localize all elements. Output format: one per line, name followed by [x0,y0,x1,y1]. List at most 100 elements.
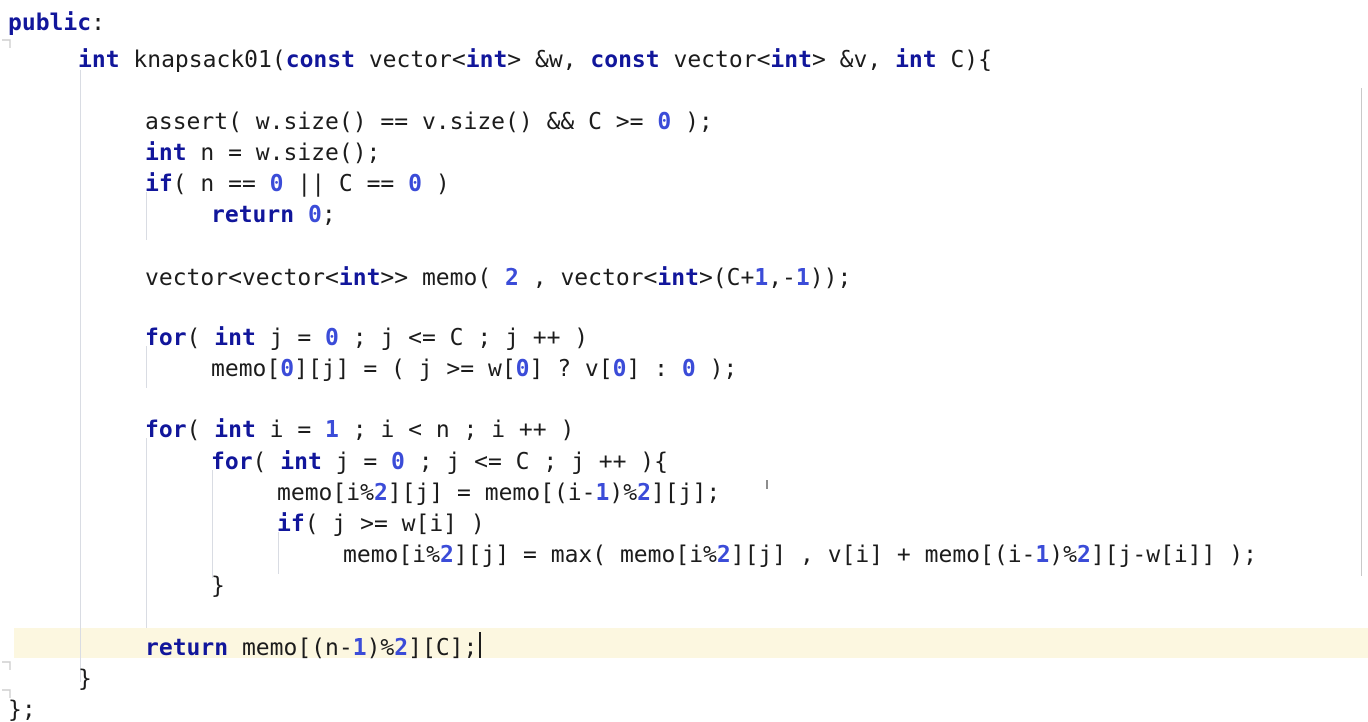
code-token: int [338,265,381,291]
code-token: 0 [657,109,672,135]
code-token: for [145,325,187,351]
code-line[interactable]: for( int j = 0 ; j <= C ; j ++ ) [0,323,1368,353]
code-token: for [211,449,253,475]
code-token: const [590,47,660,73]
code-token: 2 [716,542,731,568]
code-token: ][j] = ( j >= w[ [294,356,516,382]
code-token: ][j] = max( memo[i% [453,542,717,568]
code-token: 0 [408,171,422,197]
code-line[interactable]: int knapsack01(const vector<int> &w, con… [0,45,1368,75]
code-token: 2 [373,480,388,506]
code-token: 1 [754,265,769,291]
code-line[interactable]: return memo[(n-1)%2][C]; [0,633,1368,663]
code-token: 0 [307,202,322,228]
code-token: > &v, [811,47,896,73]
code-token: for [145,417,187,443]
code-token: ); [695,356,738,382]
code-token: ) [421,171,450,197]
code-token: ] ? v[ [529,356,613,382]
code-line[interactable]: memo[i%2][j] = memo[(i-1)%2][j]; [0,478,1368,508]
code-token: public [8,10,92,36]
code-token: int [78,47,120,73]
code-token: 0 [269,171,284,197]
code-token: > &w, [507,47,591,73]
code-token: int [280,449,322,475]
code-token: memo[i% [277,480,374,506]
code-token: ][j] = memo[(i- [387,480,596,506]
code-token: ; i < n ; i ++ ) [338,417,575,443]
code-token: int [214,417,256,443]
code-token: 0 [681,356,696,382]
code-token: knapsack01( [119,47,286,73]
code-line[interactable]: if( n == 0 || C == 0 ) [0,169,1368,199]
code-token: j = [255,325,326,351]
code-line[interactable]: memo[i%2][j] = max( memo[i%2][j] , v[i] … [0,540,1368,570]
code-line[interactable]: vector<vector<int>> memo( 2 , vector<int… [0,263,1368,293]
code-token: assert( w.size() == v.size() && C >= [145,109,658,135]
code-token: )); [809,265,852,291]
code-line[interactable]: return 0; [0,200,1368,230]
code-token: ; [321,202,336,228]
code-line[interactable]: } [0,664,1368,694]
code-token: , vector< [518,265,658,291]
code-token: } [78,666,92,692]
code-token: if [277,511,305,537]
code-token: memo[i% [343,542,440,568]
code-editor-surface[interactable]: public: int knapsack01(const vector<int> … [0,0,1368,722]
code-token: 2 [1076,542,1091,568]
code-token: 2 [637,480,651,506]
code-token: : [91,10,105,36]
code-line[interactable]: memo[0][j] = ( j >= w[0] ? v[0] : 0 ); [0,354,1368,384]
code-token: } [211,573,225,599]
code-token: 1 [325,417,339,443]
code-token: ; j <= C ; j ++ ){ [404,449,669,475]
code-token: ][C]; [408,635,478,661]
code-token: vector< [354,47,466,73]
code-token: 0 [325,325,339,351]
code-line[interactable]: for( int i = 1 ; i < n ; i ++ ) [0,415,1368,445]
code-token: int [465,47,508,73]
code-token: memo[(n- [228,635,353,661]
code-token: 0 [515,356,530,382]
code-token: 1 [352,635,367,661]
code-token: ] : [626,356,682,382]
code-token: n = w.size(); [186,140,381,166]
code-token: 1 [595,480,610,506]
code-token: 0 [612,356,627,382]
code-token: if [145,171,173,197]
code-line[interactable]: int n = w.size(); [0,138,1368,168]
code-token: const [285,47,355,73]
code-line[interactable]: assert( w.size() == v.size() && C >= 0 )… [0,107,1368,137]
text-caret [479,632,482,658]
code-line[interactable]: } [0,571,1368,601]
code-token: ( [186,417,215,443]
code-token: )% [609,480,638,506]
code-token: 2 [505,265,519,291]
code-line[interactable]: public: [0,8,1368,38]
code-token: int [214,325,256,351]
code-token: vector<vector< [145,265,339,291]
code-line[interactable]: }; [0,695,1368,722]
code-token: }; [8,697,36,722]
code-token: int [657,265,699,291]
code-line[interactable]: for( int j = 0 ; j <= C ; j ++ ){ [0,447,1368,477]
code-text-area[interactable]: public: int knapsack01(const vector<int> … [0,0,1368,722]
code-token: 0 [280,356,295,382]
code-token: int [770,47,812,73]
code-token: ( j >= w[i] ) [304,511,485,537]
code-token: ][j-w[i]] ); [1090,542,1257,568]
code-token: j = [321,449,392,475]
code-token: 2 [439,542,454,568]
code-token: return [211,202,295,228]
code-line[interactable]: if( j >= w[i] ) [0,509,1368,539]
code-token: int [145,140,187,166]
code-token: return [145,635,229,661]
code-token: >> memo( [380,265,506,291]
code-token: ( [186,325,215,351]
code-token: 2 [394,635,409,661]
code-token: vector< [659,47,771,73]
selection-artifact-mark [766,480,768,489]
code-token: 1 [1035,542,1050,568]
code-token: memo[ [211,356,281,382]
